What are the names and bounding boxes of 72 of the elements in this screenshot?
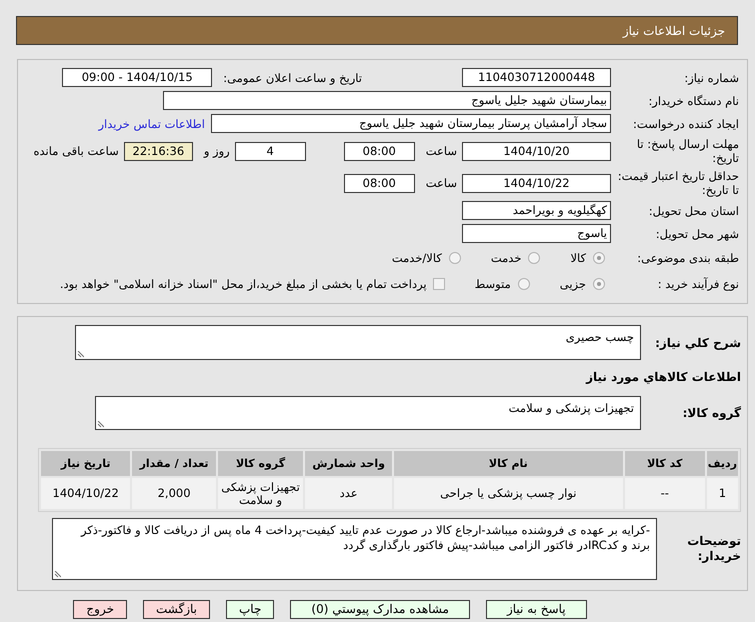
table-cell: تجهیزات پزشکی و سلامت bbox=[218, 478, 304, 509]
action-button[interactable]: مشاهده مدارک پیوستي (0) bbox=[290, 600, 470, 619]
table-cell: 1 bbox=[706, 478, 738, 509]
days-label: روز و bbox=[204, 144, 230, 158]
resize-grip-icon[interactable] bbox=[97, 421, 104, 428]
table-cell: نوار چسب پزشکی یا جراحی bbox=[394, 478, 623, 509]
column-header: کد کالا bbox=[624, 451, 705, 476]
field-label: تاریخ و ساعت اعلان عمومی: bbox=[223, 70, 362, 84]
table-cell: 1404/10/22 bbox=[41, 478, 130, 509]
column-header: ردیف bbox=[706, 451, 738, 476]
checkbox[interactable] bbox=[432, 278, 445, 290]
field-label: طبقه بندی موضوعی: bbox=[636, 251, 739, 265]
option-label: کالا bbox=[570, 251, 586, 265]
field-label: گروه کالا: bbox=[682, 406, 741, 420]
column-header: تعداد / مقدار bbox=[132, 451, 216, 476]
radio-button[interactable] bbox=[518, 278, 530, 290]
time-field[interactable]: 08:00 bbox=[344, 142, 415, 160]
need-number-field[interactable]: 1104030712000448 bbox=[462, 68, 611, 87]
radio-button[interactable] bbox=[528, 252, 540, 264]
city-field[interactable]: یاسوج bbox=[462, 224, 611, 243]
field-label: حداقل تاریخ اعتبار قیمت: تا تاریخ: bbox=[617, 169, 739, 197]
announce-date-field[interactable]: 1404/10/15 - 09:00 bbox=[62, 68, 212, 87]
option-label: پرداخت تمام یا بخشی از مبلغ خرید،از محل "اسناد خزانه اسلامی" خواهد بود. bbox=[60, 277, 427, 291]
buyer-notes-field[interactable]: -کرایه بر عهده ی فروشنده میباشد-ارجاع کالا در صورت عدم تایید کیفیت-پرداخت 4 ماه پس از دریافت کالا و فاکتور-ذکر برند و کدIRCدر فاکتور الزامی میباشد-پیش فاکتور بارگذاری گردد bbox=[52, 518, 657, 580]
province-field[interactable]: کهگیلویه و بویراحمد bbox=[462, 201, 611, 220]
buyer-field[interactable]: بیمارستان شهید جلیل یاسوج bbox=[163, 91, 611, 110]
action-button[interactable]: پاسخ به نیاز bbox=[486, 600, 587, 619]
action-button[interactable]: بازگشت bbox=[143, 600, 210, 619]
option-label: جزیی bbox=[560, 277, 586, 291]
creator-field[interactable]: سجاد آرامشیان پرستار بیمارستان شهید جلیل یاسوج bbox=[211, 114, 611, 133]
option-label: متوسط bbox=[474, 277, 511, 291]
date-field[interactable]: 1404/10/20 bbox=[462, 142, 611, 160]
resize-grip-icon[interactable] bbox=[54, 571, 61, 578]
action-button[interactable]: چاپ bbox=[226, 600, 274, 619]
field-label: توضیحات خریدار: bbox=[686, 534, 741, 564]
date-field[interactable]: 1404/10/22 bbox=[462, 174, 611, 192]
action-button[interactable]: خروج bbox=[73, 600, 127, 619]
field-label: نوع فرآیند خرید : bbox=[656, 277, 739, 291]
description-field[interactable]: چسب حصیری bbox=[75, 325, 641, 360]
area-text: تجهیزات پزشکی و سلامت bbox=[508, 401, 634, 415]
resize-grip-icon[interactable] bbox=[77, 351, 84, 358]
option-label: کالا/خدمت bbox=[392, 251, 442, 265]
field-label: نام دستگاه خریدار: bbox=[647, 94, 739, 108]
remaining-time-field[interactable]: 22:16:36 bbox=[124, 142, 193, 160]
time-field[interactable]: 08:00 bbox=[344, 174, 415, 192]
field-label: مهلت ارسال پاسخ: تا تاریخ: bbox=[636, 137, 739, 165]
goods-group-field[interactable]: تجهیزات پزشکی و سلامت bbox=[95, 396, 641, 430]
field-label: شماره نیاز: bbox=[683, 70, 739, 84]
days-field[interactable]: 4 bbox=[234, 142, 306, 160]
radio-button[interactable] bbox=[593, 278, 605, 290]
table-cell: -- bbox=[624, 478, 705, 509]
field-label: شهر محل تحویل: bbox=[654, 226, 739, 240]
table-cell: عدد bbox=[305, 478, 392, 509]
page-title: جزئیات اطلاعات نیاز bbox=[622, 24, 725, 38]
section-heading: اطلاعات کالاهاي مورد نیاز bbox=[584, 370, 741, 384]
area-text: -کرایه بر عهده ی فروشنده میباشد-ارجاع کالا در صورت عدم تایید کیفیت-پرداخت 4 ماه پس از دریافت کالا و فاکتور-ذکر برند و کدIRCدر فاکتور الزامی میباشد-پیش فاکتور بارگذاری گردد bbox=[80, 523, 650, 552]
field-label: شرح کلي نیاز: bbox=[654, 336, 741, 350]
field-label: استان محل تحویل: bbox=[648, 204, 739, 218]
remaining-label: ساعت باقی مانده bbox=[34, 144, 119, 158]
time-label: ساعت bbox=[426, 176, 457, 190]
column-header: نام کالا bbox=[394, 451, 623, 476]
column-header: تاریخ نیاز bbox=[41, 451, 130, 476]
table-cell: 2,000 bbox=[132, 478, 216, 509]
field-label: ایجاد کننده درخواست: bbox=[632, 116, 739, 130]
option-label: خدمت bbox=[490, 251, 522, 265]
column-header: واحد شمارش bbox=[305, 451, 392, 476]
contact-link[interactable]: اطلاعات تماس خریدار bbox=[98, 116, 205, 130]
time-label: ساعت bbox=[426, 144, 457, 158]
radio-button[interactable] bbox=[593, 252, 605, 264]
area-text: چسب حصیری bbox=[566, 330, 634, 344]
radio-button[interactable] bbox=[448, 252, 461, 264]
column-header: گروه کالا bbox=[218, 451, 304, 476]
